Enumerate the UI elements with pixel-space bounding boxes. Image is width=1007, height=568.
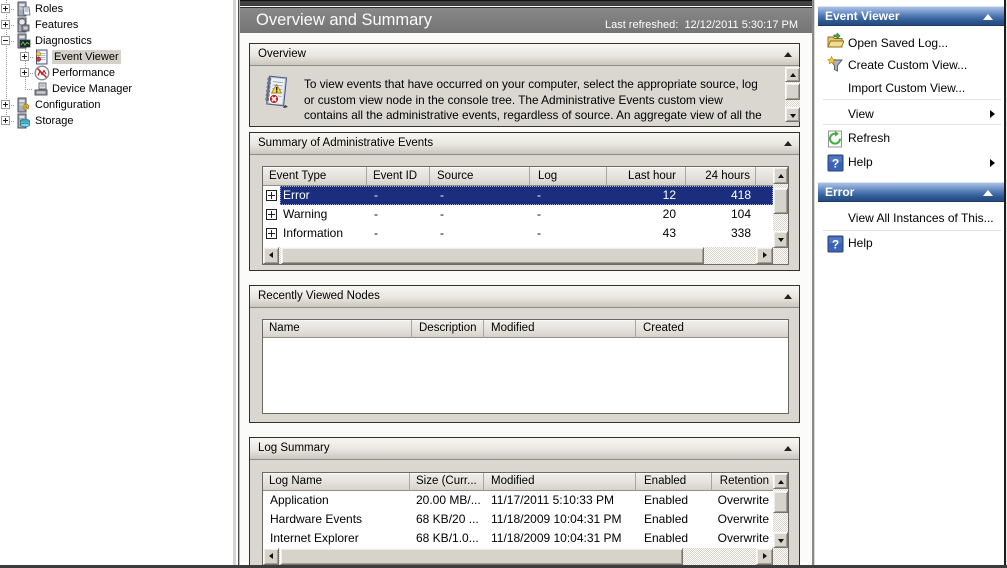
svg-text:?: ? bbox=[832, 157, 839, 171]
svg-text:?: ? bbox=[832, 238, 839, 252]
